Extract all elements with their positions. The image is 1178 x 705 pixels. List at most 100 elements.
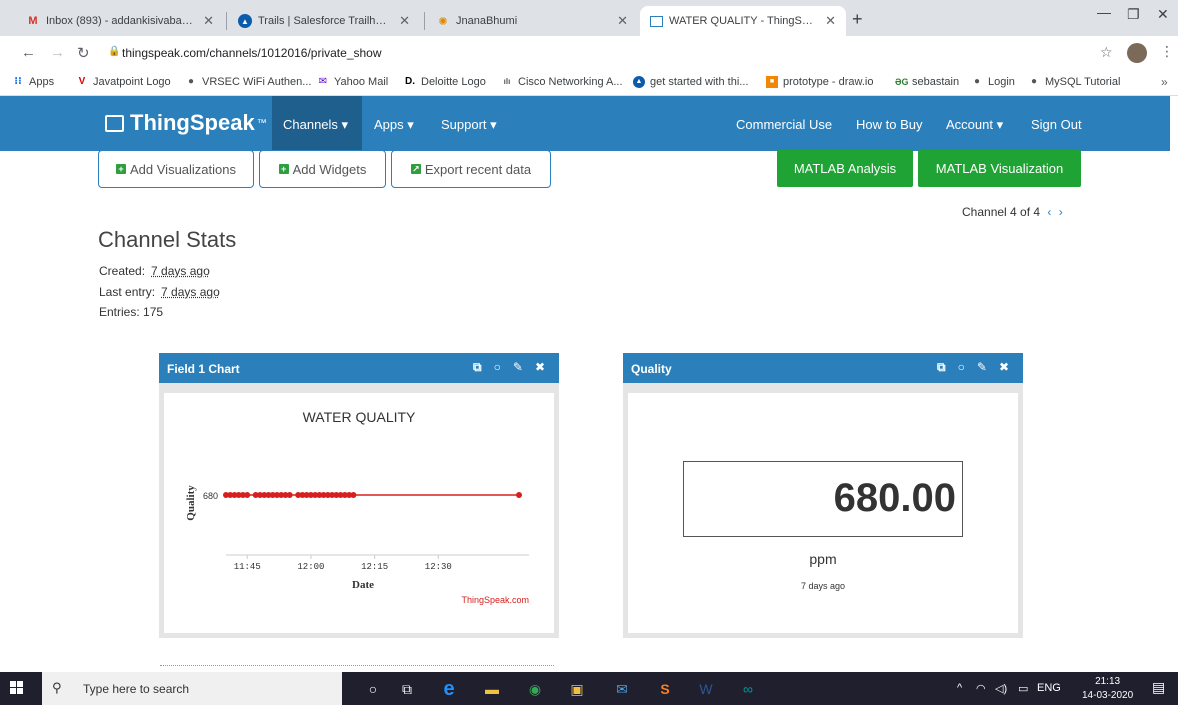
close-icon[interactable]: ✕ bbox=[617, 13, 628, 29]
chart-x-tick-label: 11:45 bbox=[234, 562, 261, 572]
clock-date: 14-03-2020 bbox=[1082, 690, 1134, 701]
bookmark-sebastain[interactable]: ƏG sebastain bbox=[895, 76, 959, 88]
trademark: ™ bbox=[256, 117, 267, 129]
notifications-icon[interactable]: ▤ bbox=[1152, 679, 1165, 696]
chart-x-tick-label: 12:15 bbox=[361, 562, 388, 572]
numeric-display: 680.00 bbox=[683, 461, 963, 537]
sublime-icon[interactable]: S bbox=[656, 680, 674, 698]
nav-how-to-buy[interactable]: How to Buy bbox=[856, 117, 922, 132]
store-icon[interactable]: ▣ bbox=[568, 680, 586, 698]
bookmark-cisco[interactable]: ılı Cisco Networking A... bbox=[501, 76, 623, 88]
chart-data-point[interactable] bbox=[516, 492, 522, 498]
matlab-visualization-button[interactable]: MATLAB Visualization bbox=[918, 150, 1081, 187]
search-icon: ⚲ bbox=[52, 680, 62, 695]
matlab-analysis-button[interactable]: MATLAB Analysis bbox=[777, 150, 913, 187]
chevron-right-icon[interactable]: › bbox=[1059, 205, 1063, 219]
chevron-left-icon[interactable]: ‹ bbox=[1047, 205, 1051, 219]
reload-icon[interactable]: ↻ bbox=[77, 44, 90, 62]
pencil-icon[interactable]: ✎ bbox=[513, 360, 523, 375]
sebastain-icon: ƏG bbox=[895, 77, 909, 87]
chart-data-point[interactable] bbox=[244, 492, 251, 498]
forward-icon[interactable]: → bbox=[50, 44, 65, 61]
nav-account[interactable]: Account ▾ bbox=[946, 117, 1003, 133]
restore-icon[interactable]: ❐ bbox=[1127, 6, 1140, 23]
new-tab-icon[interactable]: + bbox=[852, 9, 863, 30]
close-icon[interactable]: ✖ bbox=[999, 360, 1009, 375]
back-icon[interactable]: ← bbox=[21, 44, 36, 61]
close-icon[interactable]: ✕ bbox=[203, 13, 214, 29]
bookmark-drawio[interactable]: ■ prototype - draw.io bbox=[766, 76, 874, 88]
chart-credit: ThingSpeak.com bbox=[461, 595, 529, 605]
bookmarks-overflow-icon[interactable]: » bbox=[1161, 75, 1168, 89]
bookmark-login[interactable]: ● Login bbox=[971, 76, 1015, 88]
card-title: Quality bbox=[631, 362, 672, 376]
thingspeak-logo[interactable]: ThingSpeak ™ bbox=[105, 110, 267, 136]
chart-marks: 680 11:45 12:00 12:15 12:30 bbox=[203, 491, 522, 572]
bookmark-yahoo[interactable]: ✉ Yahoo Mail bbox=[317, 76, 388, 88]
menu-icon[interactable]: ⋮ bbox=[1160, 43, 1174, 60]
word-icon[interactable]: W bbox=[697, 680, 715, 698]
add-widgets-button[interactable]: + Add Widgets bbox=[259, 150, 386, 188]
cortana-icon[interactable]: ○ bbox=[364, 680, 382, 698]
taskbar-search[interactable]: ⚲ Type here to search bbox=[42, 672, 342, 705]
bookmark-label: Javatpoint Logo bbox=[93, 76, 171, 88]
close-icon[interactable]: ✖ bbox=[535, 360, 545, 375]
nav-channels[interactable]: Channels ▾ bbox=[283, 117, 348, 133]
url-text: thingspeak.com/channels/1012016/private_… bbox=[122, 46, 382, 60]
edge-icon[interactable]: e bbox=[440, 679, 458, 699]
quality-widget-card: Quality ⧉ ○ ✎ ✖ 680.00 ppm 7 days ago bbox=[623, 353, 1023, 638]
network-icon[interactable]: ◠ bbox=[976, 682, 986, 695]
window-close-icon[interactable]: ✕ bbox=[1157, 6, 1169, 23]
nav-sign-out[interactable]: Sign Out bbox=[1031, 117, 1082, 132]
bookmark-vrsec[interactable]: ● VRSEC WiFi Authen... bbox=[185, 76, 311, 88]
windows-start-icon[interactable] bbox=[10, 681, 24, 695]
language-indicator[interactable]: ENG bbox=[1037, 682, 1061, 694]
bookmark-deloitte[interactable]: D. Deloitte Logo bbox=[404, 76, 486, 88]
close-icon[interactable]: ✕ bbox=[399, 13, 410, 29]
bookmark-javatpoint[interactable]: V Javatpoint Logo bbox=[76, 76, 171, 88]
chart-x-tick-label: 12:00 bbox=[297, 562, 324, 572]
export-recent-data-button[interactable]: ↗ Export recent data bbox=[391, 150, 551, 188]
lock-icon: 🔒 bbox=[108, 46, 121, 57]
nav-apps[interactable]: Apps ▾ bbox=[374, 117, 414, 133]
bookmark-trailhead[interactable]: ▲ get started with thi... bbox=[633, 76, 748, 88]
volume-icon[interactable]: ◁) bbox=[995, 682, 1007, 695]
tab-jnanabhumi[interactable]: ✺ JnanaBhumi ✕ bbox=[426, 6, 638, 36]
nav-support[interactable]: Support ▾ bbox=[441, 117, 497, 133]
browser-tab-strip: M Inbox (893) - addankisivabalaji13 ✕ ▲ … bbox=[0, 0, 1178, 36]
pencil-icon[interactable]: ✎ bbox=[977, 360, 987, 375]
chrome-icon[interactable]: ◉ bbox=[526, 680, 544, 698]
open-external-icon[interactable]: ⧉ bbox=[937, 360, 946, 375]
stat-created: Created: 7 days ago bbox=[99, 264, 210, 278]
add-visualizations-button[interactable]: + Add Visualizations bbox=[98, 150, 254, 188]
task-view-icon[interactable]: ⧉ bbox=[398, 680, 416, 698]
taskbar-clock[interactable]: 21:13 14-03-2020 bbox=[1082, 675, 1133, 703]
profile-avatar[interactable] bbox=[1127, 43, 1147, 63]
tab-gmail[interactable]: M Inbox (893) - addankisivabalaji13 ✕ bbox=[16, 6, 224, 36]
battery-icon[interactable]: ▭ bbox=[1018, 682, 1028, 695]
yahoo-mail-icon: ✉ bbox=[318, 76, 328, 87]
file-explorer-icon[interactable]: ▬ bbox=[483, 680, 501, 698]
tray-chevron-icon[interactable]: ^ bbox=[957, 682, 962, 694]
comment-icon[interactable]: ○ bbox=[494, 360, 501, 375]
bookmark-star-icon[interactable]: ☆ bbox=[1100, 44, 1113, 61]
tab-trailhead[interactable]: ▲ Trails | Salesforce Trailhead ✕ bbox=[228, 6, 420, 36]
nav-commercial-use[interactable]: Commercial Use bbox=[736, 117, 832, 132]
comment-icon[interactable]: ○ bbox=[958, 360, 965, 375]
address-bar[interactable]: 🔒 thingspeak.com/channels/1012016/privat… bbox=[108, 41, 1118, 65]
chart-data-point[interactable] bbox=[286, 492, 293, 498]
mail-icon[interactable]: ✉ bbox=[613, 680, 631, 698]
bookmark-apps[interactable]: ⁝⁝ Apps bbox=[12, 76, 54, 88]
stat-value: 7 days ago bbox=[161, 285, 220, 299]
drawio-icon: ■ bbox=[766, 76, 778, 88]
field-1-chart: WATER QUALITY Quality Date ThingSpeak.co… bbox=[185, 409, 529, 605]
minimize-icon[interactable]: — bbox=[1097, 4, 1111, 20]
chart-data-point[interactable] bbox=[350, 492, 357, 498]
close-icon[interactable]: ✕ bbox=[825, 13, 836, 29]
bookmark-label: sebastain bbox=[912, 76, 960, 88]
tab-thingspeak[interactable]: WATER QUALITY - ThingSpeak Io ✕ bbox=[640, 6, 846, 36]
pager-text: Channel 4 of 4 bbox=[962, 205, 1041, 219]
arduino-icon[interactable]: ∞ bbox=[739, 680, 757, 698]
bookmark-mysql[interactable]: ● MySQL Tutorial bbox=[1028, 76, 1120, 88]
open-external-icon[interactable]: ⧉ bbox=[473, 360, 482, 375]
